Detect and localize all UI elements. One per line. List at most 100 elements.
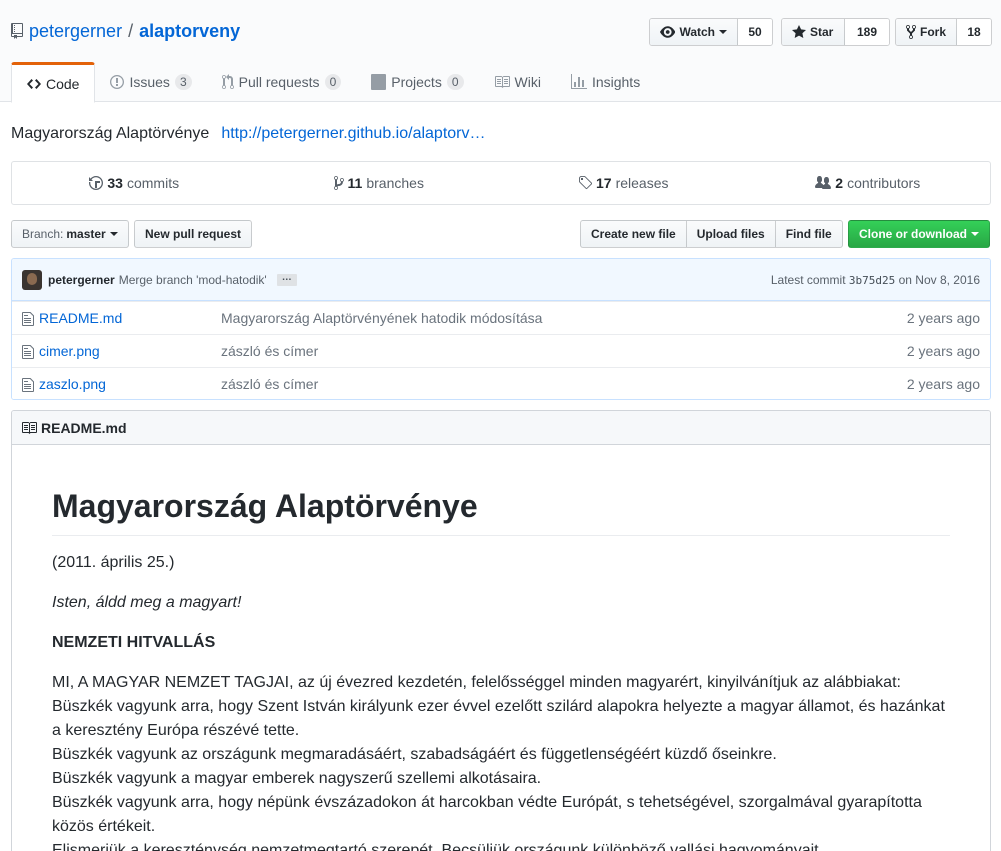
chevron-down-icon (719, 30, 727, 34)
upload-files-button[interactable]: Upload files (685, 220, 776, 248)
chevron-down-icon (109, 232, 118, 236)
readme-line: Elismerjük a kereszténység nemzetmegtart… (52, 842, 824, 851)
create-new-file-button[interactable]: Create new file (580, 220, 687, 248)
star-button[interactable]: Star (782, 19, 845, 45)
repo-nav-tabs: Code Issues 3 Pull requests 0 Projects 0… (11, 62, 655, 103)
repo-header: petergerner / alaptorveny Watch 50 Star … (0, 0, 1001, 103)
readme-title: Magyarország Alaptörvénye (52, 486, 950, 536)
file-icon (22, 345, 34, 359)
repo-separator: / (128, 21, 134, 41)
find-file-button[interactable]: Find file (774, 220, 843, 248)
branches-count: 11 (347, 175, 363, 191)
tab-projects[interactable]: Projects 0 (356, 62, 478, 102)
table-row: README.md Magyarország Alaptörvényének h… (12, 301, 990, 334)
releases-label: releases (615, 175, 669, 191)
file-icon (22, 378, 34, 392)
tab-pull-requests[interactable]: Pull requests 0 (207, 62, 357, 102)
repo-description: Magyarország Alaptörvénye http://peterger… (11, 124, 486, 144)
expand-commit-button[interactable]: … (276, 272, 297, 286)
tab-wiki[interactable]: Wiki (479, 62, 556, 102)
contributors-summary[interactable]: 2 contributors (746, 162, 991, 204)
watch-group: Watch 50 (649, 18, 773, 46)
numbers-summary: 33 commits 11 branches 17 releases 2 con… (11, 161, 991, 205)
readme-filename: README.md (41, 419, 127, 436)
people-icon (815, 176, 832, 189)
readme-line: Büszkék vagyunk arra, hogy Szent István … (52, 698, 945, 739)
book-icon (494, 76, 510, 88)
new-pull-request-button[interactable]: New pull request (134, 220, 253, 248)
table-row: cimer.png zászló és címer 2 years ago (12, 334, 990, 367)
branch-prefix: Branch: (22, 227, 64, 241)
file-name[interactable]: zaszlo.png (39, 376, 106, 392)
tab-code-label: Code (46, 75, 80, 92)
commit-meta: Latest commit 3b75d25 on Nov 8, 2016 (771, 273, 980, 287)
file-icon (22, 312, 34, 326)
tab-insights[interactable]: Insights (556, 62, 655, 102)
homepage-link[interactable]: http://petergerner.github.io/alaptorv… (221, 125, 485, 142)
latest-commit-label: Latest commit (770, 272, 846, 287)
readme-panel: README.md Magyarország Alaptörvénye (201… (11, 410, 991, 851)
avatar[interactable] (22, 269, 42, 290)
projects-counter: 0 (446, 74, 464, 90)
issues-counter: 3 (174, 74, 192, 90)
tab-insights-label: Insights (591, 74, 641, 90)
readme-date: (2011. április 25.) (52, 554, 175, 571)
commit-message[interactable]: Merge branch 'mod-hatodik' (119, 273, 267, 287)
tab-pull-requests-label: Pull requests (238, 74, 320, 90)
file-table: petergerner Merge branch 'mod-hatodik' …… (11, 258, 991, 400)
releases-count: 17 (596, 175, 612, 191)
readme-line: Büszkék vagyunk arra, hogy népünk évszáz… (52, 794, 922, 835)
readme-line: Büszkék vagyunk az országunk megmaradásá… (52, 746, 777, 763)
file-name[interactable]: README.md (39, 310, 122, 326)
branch-select[interactable]: Branch: master (11, 220, 129, 248)
file-commit-message[interactable]: zászló és címer (221, 343, 318, 359)
description-text: Magyarország Alaptörvénye (11, 125, 210, 142)
tab-wiki-label: Wiki (514, 74, 541, 90)
pull-requests-counter: 0 (324, 74, 342, 90)
table-row: zaszlo.png zászló és címer 2 years ago (12, 367, 990, 399)
commit-sha[interactable]: 3b75d25 (849, 274, 895, 287)
branches-summary[interactable]: 11 branches (257, 162, 502, 204)
readme-line: Büszkék vagyunk a magyar emberek nagysze… (52, 770, 542, 787)
fork-button[interactable]: Fork (896, 19, 957, 45)
file-age: 2 years ago (906, 376, 980, 392)
branch-name: master (66, 227, 106, 241)
repo-name-link[interactable]: alaptorveny (139, 20, 240, 42)
file-commit-message[interactable]: Magyarország Alaptörvényének hatodik mód… (221, 310, 542, 326)
graph-icon (570, 74, 587, 89)
watch-count[interactable]: 50 (738, 19, 772, 45)
tab-code[interactable]: Code (11, 62, 96, 103)
file-name[interactable]: cimer.png (39, 343, 100, 359)
readme-paragraph: MI, A MAGYAR NEMZET TAGJAI, az új évezre… (52, 671, 950, 851)
fork-group: Fork 18 (895, 18, 992, 46)
issue-icon (110, 75, 125, 89)
repo-owner-link[interactable]: petergerner (29, 20, 122, 42)
readme-content: Magyarország Alaptörvénye (2011. április… (52, 445, 950, 851)
branches-label: branches (366, 175, 424, 191)
file-commit-message[interactable]: zászló és címer (221, 376, 318, 392)
latest-commit: petergerner Merge branch 'mod-hatodik' …… (12, 259, 990, 301)
tab-issues-label: Issues (129, 74, 170, 90)
star-group: Star 189 (781, 18, 890, 46)
commits-label: commits (126, 175, 180, 191)
chevron-down-icon (971, 232, 979, 236)
commits-count: 33 (107, 175, 123, 191)
watch-button[interactable]: Watch (650, 19, 738, 45)
fork-count[interactable]: 18 (957, 19, 991, 45)
project-icon (371, 74, 387, 90)
commit-author[interactable]: petergerner (48, 273, 115, 287)
readme-header: README.md (12, 411, 990, 445)
fork-label: Fork (919, 25, 946, 39)
branch-icon (333, 176, 344, 190)
releases-summary[interactable]: 17 releases (501, 162, 746, 204)
star-label: Star (810, 25, 834, 39)
clone-label: Clone or download (859, 227, 967, 241)
file-age: 2 years ago (906, 343, 980, 359)
tab-issues[interactable]: Issues 3 (95, 62, 206, 102)
star-count[interactable]: 189 (845, 19, 889, 45)
commit-date: on Nov 8, 2016 (898, 272, 980, 287)
readme-section-heading: NEMZETI HITVALLÁS (52, 634, 216, 651)
readme-motto: Isten, áldd meg a magyart! (52, 594, 242, 611)
clone-or-download-button[interactable]: Clone or download (848, 220, 990, 248)
commits-summary[interactable]: 33 commits (12, 162, 257, 204)
